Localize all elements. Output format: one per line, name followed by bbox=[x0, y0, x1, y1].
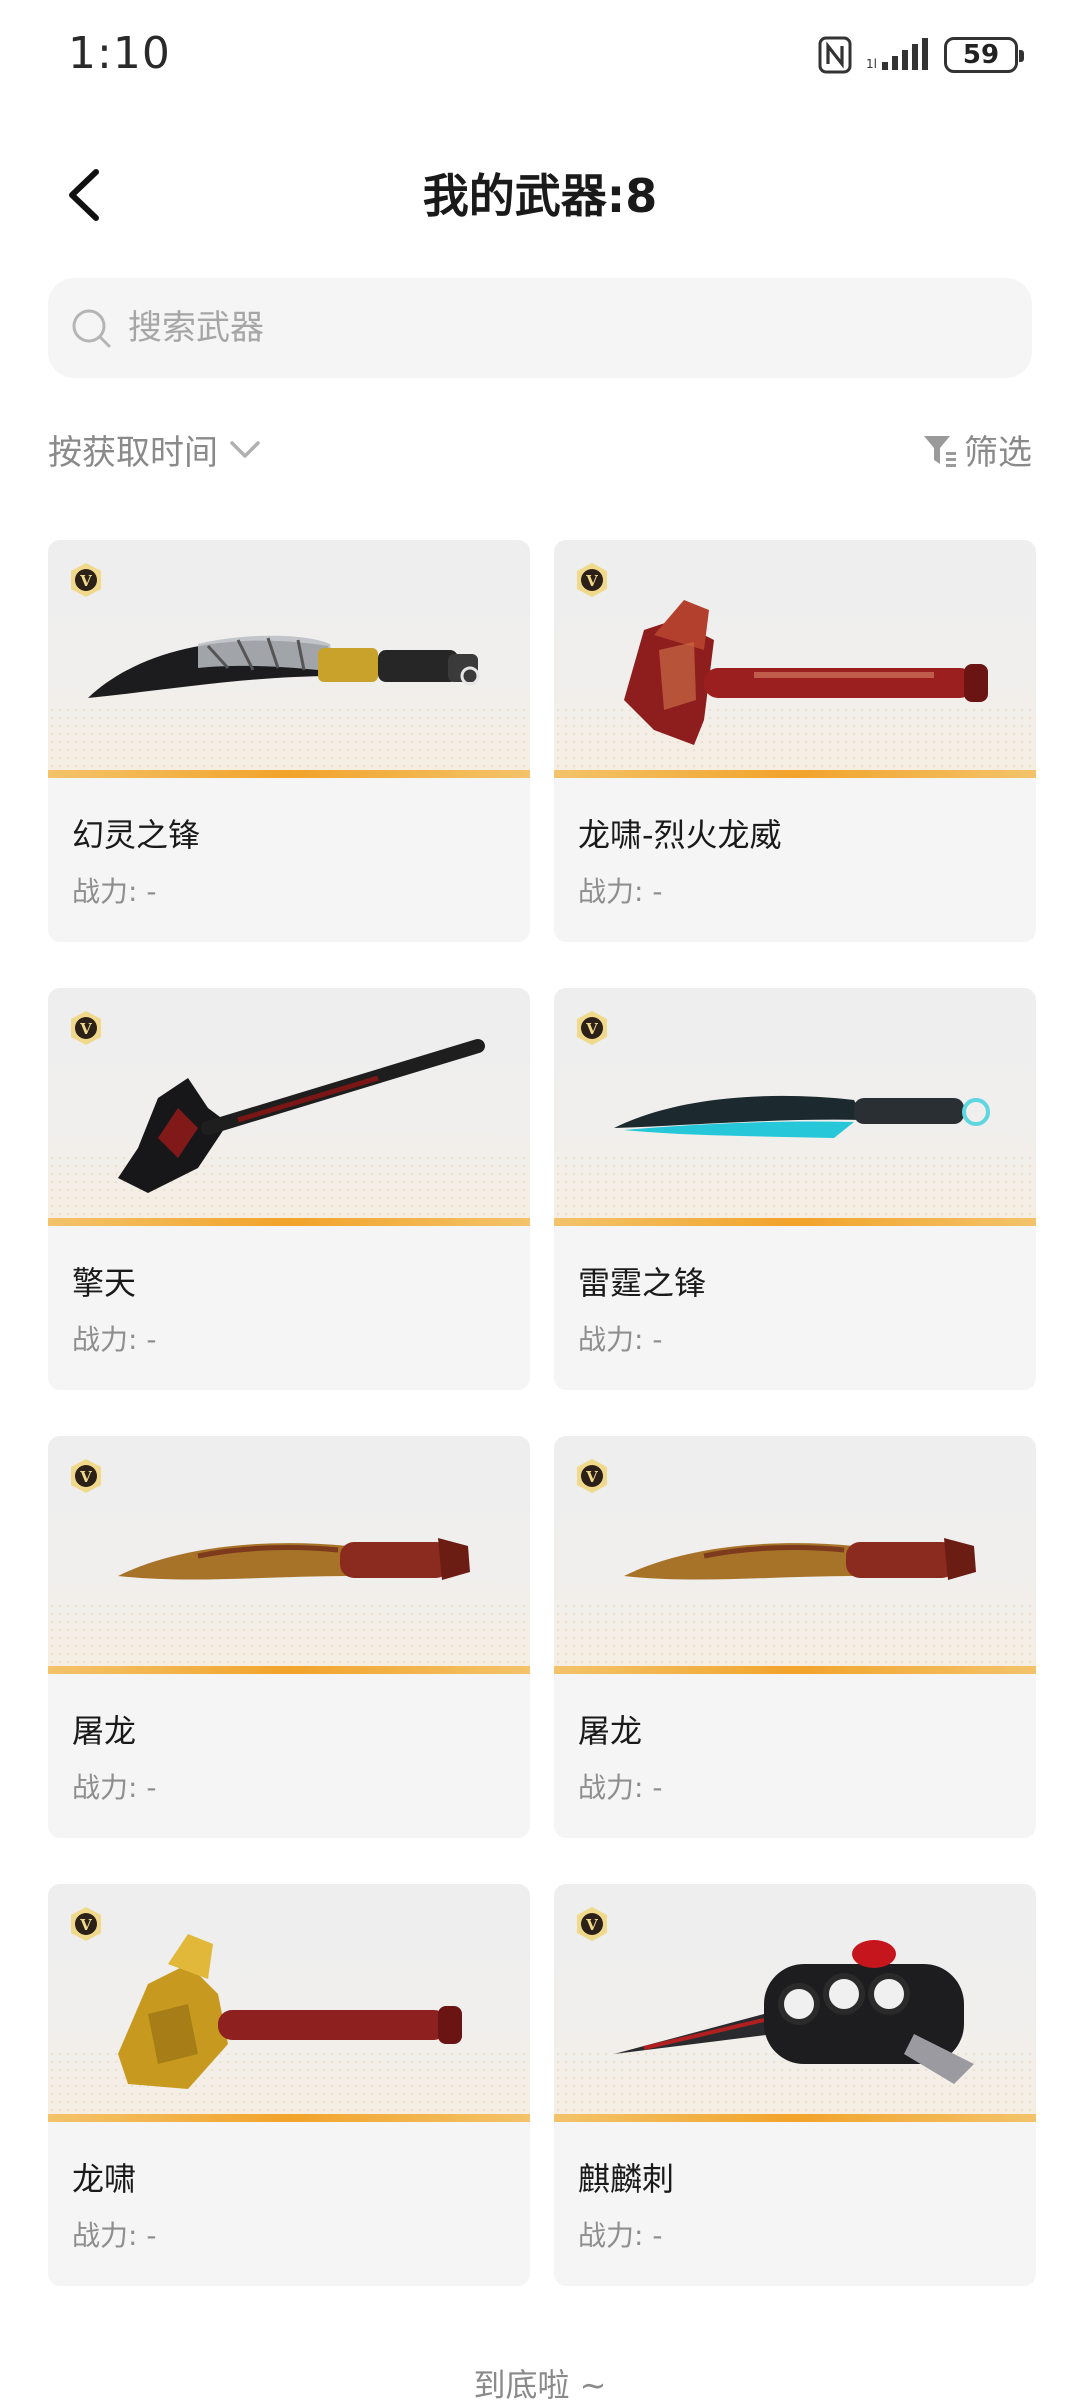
filter-label: 筛选 bbox=[964, 433, 1032, 473]
rarity-bar bbox=[554, 1218, 1036, 1226]
weapon-card[interactable]: V 雷霆之锋 战力: - bbox=[554, 988, 1036, 1390]
weapon-card[interactable]: V 麒麟刺 战力: - bbox=[554, 1884, 1036, 2286]
rarity-bar bbox=[48, 1218, 530, 1226]
search-input[interactable] bbox=[126, 307, 930, 349]
weapon-name: 龙啸-烈火龙威 bbox=[578, 816, 782, 854]
weapon-card[interactable]: V 屠龙 战力: - bbox=[554, 1436, 1036, 1838]
kukri-knife-icon bbox=[88, 635, 480, 698]
weapon-image: V bbox=[554, 1884, 1036, 2122]
dragon-axe-gold-icon bbox=[118, 1934, 462, 2089]
weapon-name: 擎天 bbox=[72, 1264, 137, 1302]
rarity-bar bbox=[48, 2114, 530, 2122]
sort-dropdown[interactable]: 按获取时间 bbox=[48, 425, 262, 474]
weapon-card[interactable]: V 幻灵之锋 战力: - bbox=[48, 540, 530, 942]
weapon-image: V bbox=[48, 1884, 530, 2122]
weapon-image: V bbox=[48, 1436, 530, 1674]
weapon-power: 战力: - bbox=[72, 2219, 157, 2252]
weapon-card[interactable]: V 屠龙 战力: - bbox=[48, 1436, 530, 1838]
status-bar: 1:10 1l 59 bbox=[0, 0, 1080, 110]
weapon-power: 战力: - bbox=[578, 875, 663, 908]
weapon-power: 战力: - bbox=[578, 1771, 663, 1804]
kukri-gold-icon bbox=[624, 1538, 976, 1580]
weapon-name: 麒麟刺 bbox=[578, 2160, 675, 2198]
svg-text:1l: 1l bbox=[866, 57, 877, 71]
filter-icon bbox=[924, 435, 956, 467]
weapon-power: 战力: - bbox=[72, 1323, 157, 1356]
rarity-bar bbox=[554, 1666, 1036, 1674]
weapon-card[interactable]: V 擎天 战力: - bbox=[48, 988, 530, 1390]
weapon-power: 战力: - bbox=[72, 875, 157, 908]
weapon-image: V bbox=[554, 988, 1036, 1226]
rarity-bar bbox=[48, 770, 530, 778]
weapon-power: 战力: - bbox=[72, 1771, 157, 1804]
curved-blade-cyan-icon bbox=[614, 1095, 990, 1138]
battery-level: 59 bbox=[962, 40, 1000, 70]
filter-button[interactable]: 筛选 bbox=[922, 425, 1032, 474]
battery-icon: 59 bbox=[944, 37, 1024, 73]
weapon-power: 战力: - bbox=[578, 2219, 663, 2252]
weapon-name: 幻灵之锋 bbox=[72, 816, 201, 854]
end-of-list-text: 到底啦 ~ bbox=[473, 2366, 607, 2404]
rarity-bar bbox=[48, 1666, 530, 1674]
page-title: 我的武器:8 bbox=[422, 169, 658, 223]
search-icon bbox=[72, 309, 111, 348]
status-icons: 1l 59 bbox=[818, 30, 1024, 80]
signal-icon: 1l bbox=[866, 38, 928, 71]
sort-label: 按获取时间 bbox=[48, 433, 218, 473]
rarity-bar bbox=[554, 770, 1036, 778]
weapon-image: V bbox=[48, 988, 530, 1226]
kukri-gold-icon bbox=[118, 1538, 470, 1580]
weapon-name: 屠龙 bbox=[578, 1712, 643, 1750]
weapon-name: 屠龙 bbox=[72, 1712, 137, 1750]
shovel-icon bbox=[118, 1039, 485, 1193]
dragon-axe-red-icon bbox=[624, 600, 988, 745]
weapon-name: 龙啸 bbox=[72, 2160, 137, 2198]
weapon-power: 战力: - bbox=[578, 1323, 663, 1356]
header: 我的武器:8 bbox=[0, 150, 1080, 240]
toolbar: 按获取时间 筛选 bbox=[48, 425, 1032, 485]
weapon-name: 雷霆之锋 bbox=[578, 1264, 707, 1302]
weapon-image: V bbox=[554, 540, 1036, 778]
search-box[interactable] bbox=[48, 278, 1032, 378]
rarity-bar bbox=[554, 2114, 1036, 2122]
knuckle-dagger-icon bbox=[614, 1940, 974, 2084]
nfc-icon bbox=[818, 36, 852, 74]
weapon-image: V bbox=[48, 540, 530, 778]
weapon-image: V bbox=[554, 1436, 1036, 1674]
weapon-card[interactable]: V 龙啸 战力: - bbox=[48, 1884, 530, 2286]
weapon-card[interactable]: V 龙啸-烈火龙威 战力: - bbox=[554, 540, 1036, 942]
status-time: 1:10 bbox=[68, 28, 171, 79]
chevron-down-icon bbox=[230, 440, 260, 458]
